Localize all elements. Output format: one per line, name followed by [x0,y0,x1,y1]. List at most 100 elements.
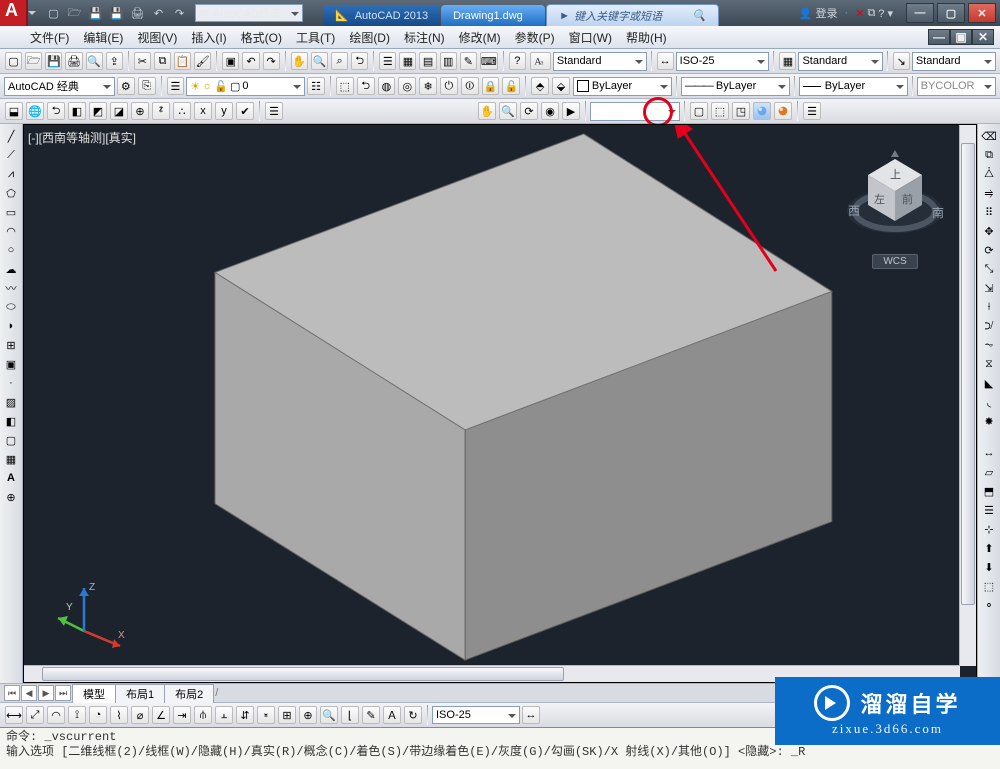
layout-tab-2[interactable]: 布局2 [164,684,214,703]
named-ucs-icon[interactable]: ☰ [265,102,283,120]
showmotion-icon[interactable]: ▶ [562,102,580,120]
qat-save-icon[interactable]: 💾 [87,4,104,22]
doc-close-button[interactable]: ✕ [972,29,994,45]
menu-window[interactable]: 窗口(W) [569,29,612,46]
block-icon[interactable]: ▣ [222,52,239,70]
menu-format[interactable]: 格式(O) [241,29,282,46]
dim-linear-icon[interactable]: ⟷ [5,706,23,724]
layer-on-icon[interactable]: ⏼ [461,77,479,95]
break-icon[interactable]: ⏦ [980,336,998,354]
textstyle-combo[interactable]: Standard [553,52,647,71]
vs-manager-icon[interactable]: ☰ [803,102,821,120]
textstyle-button[interactable]: Aa [530,52,551,70]
dim-quick-icon[interactable]: ⇥ [173,706,191,724]
named-view-combo[interactable] [590,102,680,121]
tablestyle-combo[interactable]: Standard [798,52,882,71]
layout-tab-model[interactable]: 模型 [72,684,116,703]
arc-icon[interactable]: ◠ [2,222,20,240]
dimedit-icon[interactable]: ✎ [362,706,380,724]
erase-icon[interactable]: ⌫ [980,127,998,145]
draworder-b-icon[interactable]: ⬇ [980,558,998,576]
layer-unlock-icon[interactable]: 🔓 [502,77,520,95]
dim-ang-icon[interactable]: ∠ [152,706,170,724]
doc-minimize-button[interactable]: — [928,29,950,45]
table-icon[interactable]: ▦ [2,450,20,468]
explode-icon[interactable]: ✸ [980,412,998,430]
workspace-combo[interactable]: ⚙AutoCAD经典 [195,4,303,22]
drawing-canvas[interactable]: [-][西南等轴测][真实] 西 南 [23,124,977,683]
select-icon[interactable]: ⬚ [980,577,998,595]
qat-saveas-icon[interactable]: 💾 [108,4,125,22]
ucs-obj-icon[interactable]: ◩ [89,102,107,120]
menu-view[interactable]: 视图(V) [137,29,177,46]
stretch-icon[interactable]: ⇲ [980,279,998,297]
markup-icon[interactable]: ✎ [460,52,477,70]
new-icon[interactable]: ▢ [5,52,22,70]
zoom2-icon[interactable]: 🔍 [499,102,517,120]
cut-icon[interactable]: ✂ [134,52,151,70]
workspace-save-icon[interactable]: ⎘ [138,77,156,95]
dimupdate-icon[interactable]: ↻ [404,706,422,724]
dim-baseline-icon[interactable]: ⫛ [194,706,212,724]
revcloud-icon[interactable]: ☁ [2,260,20,278]
ucs-y-icon[interactable]: y [215,102,233,120]
qcalc-icon[interactable]: ⌨ [480,52,498,70]
vertical-scrollbar[interactable] [959,125,976,666]
qat-redo-icon[interactable]: ↷ [171,4,188,22]
publish-icon[interactable]: ⇪ [106,52,123,70]
region-icon[interactable]: ▢ [2,431,20,449]
login-label[interactable]: 登录 [816,5,838,21]
joglinear-icon[interactable]: ⌊ [341,706,359,724]
dim-diameter-icon[interactable]: ⌀ [131,706,149,724]
layer-props-icon[interactable]: ☰ [167,77,185,95]
join-icon[interactable]: ⧖ [980,355,998,373]
menu-param[interactable]: 参数(P) [515,29,555,46]
fillet-icon[interactable]: ◟ [980,393,998,411]
layer-match-icon[interactable]: ⬘ [531,77,549,95]
dimstyle-combo[interactable]: ISO-25 [676,52,770,71]
ucs-origin-icon[interactable]: ⊕ [131,102,149,120]
orbit-icon[interactable]: ⟳ [520,102,538,120]
layer-freeze-icon[interactable]: ❄ [419,77,437,95]
dcenter-icon[interactable]: ▦ [399,52,416,70]
cloud-icon[interactable]: ⧉ [867,7,875,20]
pan2-icon[interactable]: ✋ [478,102,496,120]
polygon-icon[interactable]: ⬠ [2,184,20,202]
ucs-3p-icon[interactable]: ∴ [173,102,191,120]
layout-tab-1[interactable]: 布局1 [115,684,165,703]
layer-iso-icon[interactable]: ◍ [378,77,396,95]
tablestyle-button[interactable]: ▦ [779,52,796,70]
centermark-icon[interactable]: ⊕ [299,706,317,724]
layer-lock-icon[interactable]: 🔒 [482,77,500,95]
doc-restore-button[interactable]: ▣ [950,29,972,45]
dist-icon[interactable]: ↔ [980,444,998,462]
list-icon[interactable]: ☰ [980,501,998,519]
menu-tools[interactable]: 工具(T) [296,29,335,46]
color-combo[interactable]: ByLayer [573,77,672,96]
rotate-icon[interactable]: ⟳ [980,241,998,259]
matchprop-icon[interactable]: 🖌 [194,52,211,70]
dim-aligned-icon[interactable]: ⤢ [26,706,44,724]
makeblock-icon[interactable]: ▣ [2,355,20,373]
ellipse-icon[interactable]: ⬭ [2,298,20,316]
offset-icon[interactable]: ⥤ [980,184,998,202]
array-icon[interactable]: ⠿ [980,203,998,221]
sheetset-icon[interactable]: ▥ [440,52,457,70]
ellipsearc-icon[interactable]: ◗ [2,317,20,335]
help-icon[interactable]: ? ▾ [878,7,893,20]
massprop-icon[interactable]: ⬒ [980,482,998,500]
spline-icon[interactable]: 〰 [2,279,20,297]
vs-hidden-icon[interactable]: ◳ [732,102,750,120]
save-icon[interactable]: 💾 [45,52,62,70]
search-field[interactable]: ►键入关键字或短语 🔍 [546,4,719,26]
xline-icon[interactable]: ⟋ [2,146,20,164]
plotcolor-combo[interactable]: BYCOLOR [917,77,996,96]
ucs-x-icon[interactable]: x [194,102,212,120]
qat-new-icon[interactable]: ▢ [45,4,62,22]
vs-wire-icon[interactable]: ⬚ [711,102,729,120]
user-icon[interactable]: 👤 [799,7,813,20]
line-icon[interactable]: ╱ [2,127,20,145]
help2-icon[interactable]: ? [509,52,526,70]
window-minimize-button[interactable]: — [906,3,934,23]
ucs-view-icon[interactable]: ◪ [110,102,128,120]
